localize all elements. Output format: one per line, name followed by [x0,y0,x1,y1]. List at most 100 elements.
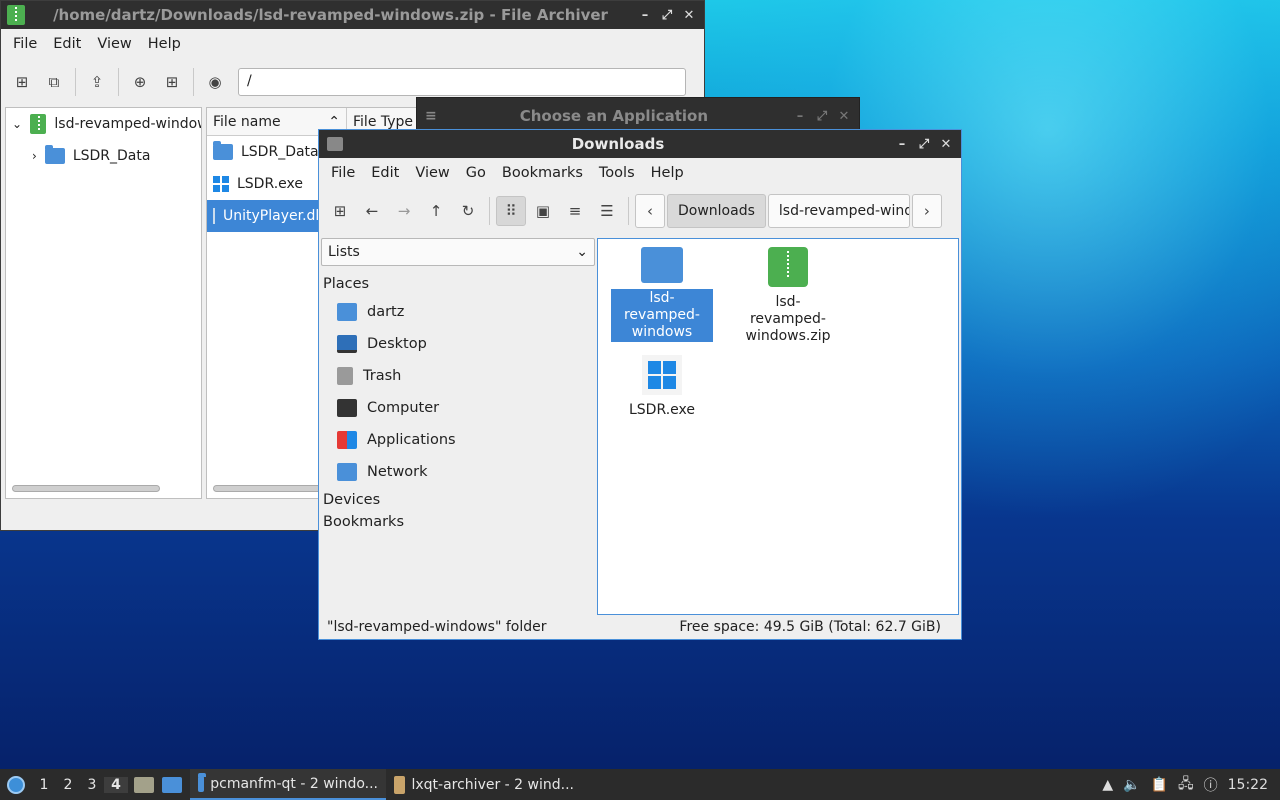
zip-icon [30,114,47,134]
place-computer[interactable]: Computer [321,392,595,424]
icon-view-icon[interactable]: ⠿ [496,196,526,226]
downloads-title: Downloads [571,135,665,153]
task-pcmanfm[interactable]: pcmanfm-qt - 2 windo... [190,769,386,800]
reload-icon[interactable]: ↻ [453,196,483,226]
back-icon[interactable]: ← [357,196,387,226]
workspace-4[interactable]: 4 [104,776,128,793]
minimize-icon[interactable]: – [791,107,809,125]
bookmarks-header[interactable]: Bookmarks [321,512,595,532]
tray-arrow-icon[interactable]: ▲ [1102,777,1113,793]
choose-app-title: Choose an Application [519,107,709,125]
expand-right-icon[interactable]: › [32,149,37,163]
close-icon[interactable]: ✕ [937,135,955,153]
breadcrumb-left-icon[interactable]: ‹ [635,194,665,228]
grid-item-exe[interactable]: LSDR.exe [610,355,714,420]
place-home[interactable]: dartz [321,296,595,328]
menu-file[interactable]: File [323,165,363,181]
clipboard-icon[interactable]: 📋 [1151,777,1168,793]
maximize-icon[interactable]: ⤢ [813,107,831,125]
start-menu-icon[interactable] [0,775,32,794]
place-trash[interactable]: Trash [321,360,595,392]
menu-edit[interactable]: Edit [45,36,89,52]
menu-edit[interactable]: Edit [363,165,407,181]
status-selection: "lsd-revamped-windows" folder [327,619,547,635]
close-icon[interactable]: ✕ [680,6,698,24]
downloads-titlebar[interactable]: Downloads – ⤢ ✕ [319,130,961,158]
notification-icon[interactable]: ⓘ [1204,775,1218,795]
add-folder-icon[interactable]: ⊞ [157,67,187,97]
grid-item-folder[interactable]: lsd-revamped-windows [610,247,714,342]
new-archive-icon[interactable]: ⊞ [7,67,37,97]
clock[interactable]: 15:22 [1228,777,1268,793]
expand-down-icon[interactable]: ⌄ [12,117,22,131]
folder-view[interactable]: lsd-revamped-windows lsd-revamped-window… [597,238,959,615]
network-folder-icon [337,463,357,481]
up-icon[interactable]: ↑ [421,196,451,226]
folder-app-icon [327,137,343,151]
grid-item-zip[interactable]: lsd-revamped-windows.zip [736,247,840,346]
status-free-space: Free space: 49.5 GiB (Total: 62.7 GiB) [679,619,941,635]
stop-icon[interactable]: ◉ [200,67,230,97]
minimize-icon[interactable]: – [636,6,654,24]
breadcrumb-downloads[interactable]: Downloads [667,194,766,228]
place-desktop[interactable]: Desktop [321,328,595,360]
open-archive-icon[interactable]: ⧉ [39,67,69,97]
workspace-2[interactable]: 2 [56,777,80,793]
menu-view[interactable]: View [89,36,139,52]
downloads-window: Downloads – ⤢ ✕ File Edit View Go Bookma… [318,129,962,640]
computer-icon [337,399,357,417]
breadcrumb-right-icon[interactable]: › [911,194,942,228]
new-tab-icon[interactable]: ⊞ [325,196,355,226]
task-archiver[interactable]: lxqt-archiver - 2 wind... [386,769,582,800]
file-manager-launcher-icon[interactable] [162,776,182,793]
volume-icon[interactable]: 🔈 [1123,777,1140,793]
side-view-select[interactable]: Lists ⌄ [321,238,595,266]
breadcrumb-current[interactable]: lsd-revamped-windows [767,194,910,228]
menu-go[interactable]: Go [458,165,494,181]
tree-scrollbar[interactable] [12,485,160,492]
menu-view[interactable]: View [407,165,457,181]
devices-header[interactable]: Devices [321,488,595,512]
menu-bookmarks[interactable]: Bookmarks [494,165,591,181]
folder-tree[interactable]: ⌄ lsd-revamped-windows › LSDR_Data [5,107,202,499]
workspace-3[interactable]: 3 [80,777,104,793]
tree-child[interactable]: › LSDR_Data [6,140,201,172]
place-applications[interactable]: Applications [321,424,595,456]
menu-icon[interactable]: ≡ [425,108,437,124]
network-icon[interactable]: 🖧 [1178,773,1194,797]
detailed-view-icon[interactable]: ☰ [592,196,622,226]
close-icon[interactable]: ✕ [835,107,853,125]
path-input[interactable]: / [238,68,686,96]
downloads-menubar: File Edit View Go Bookmarks Tools Help [319,158,961,188]
desktop-icon [337,335,357,353]
compact-view-icon[interactable]: ≡ [560,196,590,226]
menu-help[interactable]: Help [643,165,692,181]
menu-file[interactable]: File [5,36,45,52]
file-row-selected[interactable]: UnityPlayer.dll [207,200,323,232]
place-network[interactable]: Network [321,456,595,488]
trash-icon [337,367,353,385]
menu-tools[interactable]: Tools [591,165,643,181]
minimize-icon[interactable]: – [893,135,911,153]
menu-help[interactable]: Help [140,36,189,52]
sort-up-icon: ⌃ [328,114,340,130]
system-tray: ▲ 🔈 📋 🖧 ⓘ 15:22 [1102,773,1280,797]
tree-root[interactable]: ⌄ lsd-revamped-windows [6,108,201,140]
status-bar: "lsd-revamped-windows" folder Free space… [319,615,961,639]
archiver-titlebar[interactable]: /home/dartz/Downloads/lsd-revamped-windo… [1,1,704,29]
archive-app-icon [7,5,25,25]
folder-icon [198,772,207,792]
workspace-1[interactable]: 1 [32,777,56,793]
add-files-icon[interactable]: ⊕ [125,67,155,97]
windows-icon [642,355,682,395]
file-list-scrollbar[interactable] [213,485,333,492]
downloads-toolbar: ⊞ ← → ↑ ↻ ⠿ ▣ ≡ ☰ ‹ Downloads lsd-revamp… [319,188,961,234]
show-desktop-icon[interactable] [134,776,154,793]
archive-icon [394,775,406,794]
forward-icon[interactable]: → [389,196,419,226]
maximize-icon[interactable]: ⤢ [658,6,676,24]
thumbnail-view-icon[interactable]: ▣ [528,196,558,226]
extract-icon[interactable]: ⇪ [82,67,112,97]
applications-icon [337,431,357,449]
maximize-icon[interactable]: ⤢ [915,135,933,153]
